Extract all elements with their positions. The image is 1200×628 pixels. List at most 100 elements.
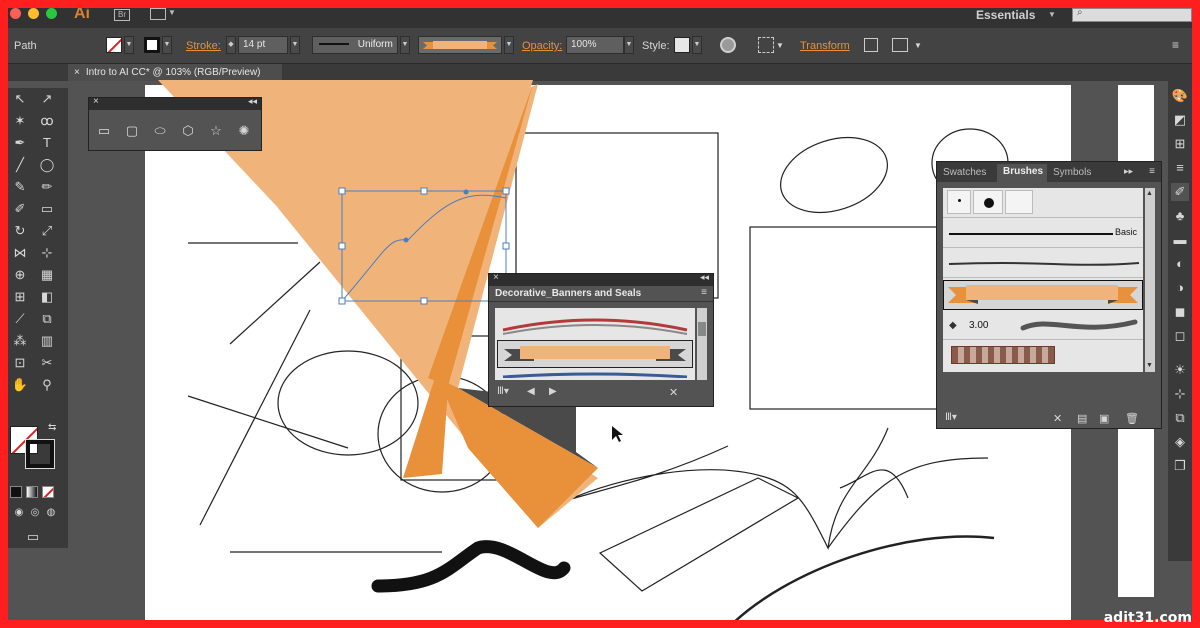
slice-tool-icon[interactable]: ✂ [38, 354, 56, 372]
brushes-panel: Swatches Brushes Symbols ▸▸ ≡ Basic ◆ 3.… [936, 161, 1162, 429]
draw-inside-icon[interactable]: ◍ [42, 504, 60, 522]
mesh-tool-icon[interactable]: ⊞ [11, 288, 29, 306]
transparency-icon[interactable]: ◐ [1171, 255, 1189, 273]
scale-tool-icon[interactable]: ⤢ [38, 222, 56, 240]
direct-selection-tool-icon[interactable]: ↗ [38, 90, 56, 108]
list-item[interactable]: ◆ 3.00 [943, 312, 1143, 340]
tab-symbols[interactable]: Symbols [1053, 167, 1091, 178]
line-tool-icon[interactable]: ╱ [11, 156, 29, 174]
list-item[interactable] [943, 342, 1143, 370]
tab-swatches[interactable]: Swatches [943, 167, 986, 178]
rounded-rectangle-tool-icon[interactable]: ▢ [123, 122, 141, 140]
remove-brush-icon[interactable]: ✕ [669, 386, 678, 399]
zoom-tool-icon[interactable]: ⚲ [38, 376, 56, 394]
scrollbar[interactable] [697, 308, 707, 380]
graphic-styles-alt-icon[interactable]: ◻ [1171, 327, 1189, 345]
panel-menu-icon[interactable]: ≡ [1149, 166, 1155, 177]
pencil-tool-icon[interactable]: ✏ [38, 178, 56, 196]
screen-mode-icon[interactable]: ▭ [24, 528, 42, 546]
list-item[interactable] [497, 370, 693, 378]
perspective-grid-tool-icon[interactable]: ▦ [38, 266, 56, 284]
gradient-icon[interactable]: ▬ [1171, 231, 1189, 249]
brushes-icon[interactable]: ✐ [1171, 183, 1189, 201]
rotate-tool-icon[interactable]: ↻ [11, 222, 29, 240]
transform-panel-icon[interactable]: ⊹ [1171, 385, 1189, 403]
column-graph-tool-icon[interactable]: ▥ [38, 332, 56, 350]
width-tool-icon[interactable]: ⋈ [11, 244, 29, 262]
rectangle-tool-icon[interactable]: ▭ [95, 122, 113, 140]
remove-brush-stroke-icon[interactable]: ✕ [1053, 412, 1062, 425]
color-mode-icon[interactable] [10, 486, 22, 498]
expand-icon[interactable]: ▸▸ [1124, 166, 1133, 177]
gradient-mode-icon[interactable] [26, 486, 38, 498]
stroke-color-box[interactable] [25, 439, 55, 469]
shape-builder-tool-icon[interactable]: ⊕ [11, 266, 29, 284]
large-dot-brush-icon[interactable] [973, 190, 1003, 214]
paintbrush-tool-icon[interactable]: ✎ [11, 178, 29, 196]
gradient-tool-icon[interactable]: ◧ [38, 288, 56, 306]
collapse-icon[interactable]: ◂◂ [700, 272, 709, 283]
list-item[interactable]: Basic [943, 220, 1143, 248]
blob-brush-tool-icon[interactable]: ✐ [11, 200, 29, 218]
scrollbar-thumb[interactable] [698, 322, 706, 336]
hand-tool-icon[interactable]: ✋ [11, 376, 29, 394]
next-library-icon[interactable]: ▶ [549, 386, 557, 397]
type-tool-icon[interactable]: T [38, 134, 56, 152]
eraser-tool-icon[interactable]: ▭ [38, 200, 56, 218]
free-transform-tool-icon[interactable]: ⊹ [38, 244, 56, 262]
library-title[interactable]: Decorative_Banners and Seals [495, 288, 641, 299]
swatches-icon[interactable]: ⊞ [1171, 135, 1189, 153]
symbol-sprayer-tool-icon[interactable]: ⁂ [11, 332, 29, 350]
new-brush-icon[interactable]: ▣ [1099, 412, 1109, 425]
list-item-selected[interactable] [943, 280, 1143, 310]
swap-colors-icon[interactable]: ⇆ [48, 422, 56, 433]
selection-tool-icon[interactable]: ↖ [11, 90, 29, 108]
magic-wand-tool-icon[interactable]: ✶ [11, 112, 29, 130]
scrollbar[interactable]: ▲ ▼ [1145, 188, 1155, 372]
polygon-tool-icon[interactable]: ⬡ [179, 122, 197, 140]
list-item-selected[interactable] [497, 340, 693, 368]
layers-icon[interactable]: ◈ [1171, 433, 1189, 451]
star-tool-icon[interactable]: ☆ [207, 122, 225, 140]
close-icon[interactable]: × [93, 96, 99, 107]
panel-menu-icon[interactable]: ≡ [701, 287, 707, 298]
ellipse-tool-icon[interactable]: ⬭ [151, 122, 169, 140]
scroll-up-icon[interactable]: ▲ [1146, 190, 1154, 198]
graphic-styles-icon[interactable]: ◼ [1171, 303, 1189, 321]
previous-library-icon[interactable]: ◀ [527, 386, 535, 397]
artboard-tool-icon[interactable]: ⊡ [11, 354, 29, 372]
faint-dot-brush-icon[interactable] [1005, 190, 1033, 214]
scroll-down-icon[interactable]: ▼ [1146, 362, 1154, 370]
tab-brushes[interactable]: Brushes [997, 164, 1047, 182]
small-dot-brush-icon[interactable] [947, 190, 971, 214]
basic-brush-icon [949, 233, 1113, 235]
color-guide-icon[interactable]: 🎨 [1171, 87, 1189, 105]
brush-libraries-menu-icon[interactable]: Ⅲ▾ [497, 386, 509, 397]
color-icon[interactable]: ◩ [1171, 111, 1189, 129]
pen-tool-icon[interactable]: ✒ [11, 134, 29, 152]
align-panel-icon[interactable]: ☀ [1171, 361, 1189, 379]
none-mode-icon[interactable] [42, 486, 54, 498]
options-icon[interactable]: ▤ [1077, 412, 1087, 425]
charcoal-brush-icon [948, 262, 1140, 266]
delete-brush-icon[interactable]: 🗑 [1125, 412, 1139, 425]
panel-header[interactable]: × ◂◂ [89, 96, 261, 110]
calligraphic-stroke-icon [1020, 319, 1138, 331]
close-icon[interactable]: × [493, 272, 499, 283]
library-tab-row: Decorative_Banners and Seals ≡ [489, 286, 713, 302]
panel-header[interactable]: × ◂◂ [489, 272, 713, 286]
lasso-tool-icon[interactable]: ꝏ [38, 112, 56, 130]
eyedropper-tool-icon[interactable]: ⟋ [11, 310, 29, 328]
appearance-icon[interactable]: ◑ [1171, 279, 1189, 297]
list-item[interactable] [497, 310, 693, 338]
symbols-icon[interactable]: ♣ [1171, 207, 1189, 225]
brush-libraries-menu-icon[interactable]: Ⅲ▾ [945, 412, 957, 423]
flare-tool-icon[interactable]: ✺ [235, 122, 253, 140]
collapse-icon[interactable]: ◂◂ [248, 96, 257, 107]
stroke-icon[interactable]: ≡ [1171, 159, 1189, 177]
list-item[interactable] [943, 250, 1143, 278]
artboards-icon[interactable]: ❐ [1171, 457, 1189, 475]
pathfinder-icon[interactable]: ⧉ [1171, 409, 1189, 427]
blend-tool-icon[interactable]: ⧉ [38, 310, 56, 328]
ellipse-tool-icon[interactable]: ◯ [38, 156, 56, 174]
